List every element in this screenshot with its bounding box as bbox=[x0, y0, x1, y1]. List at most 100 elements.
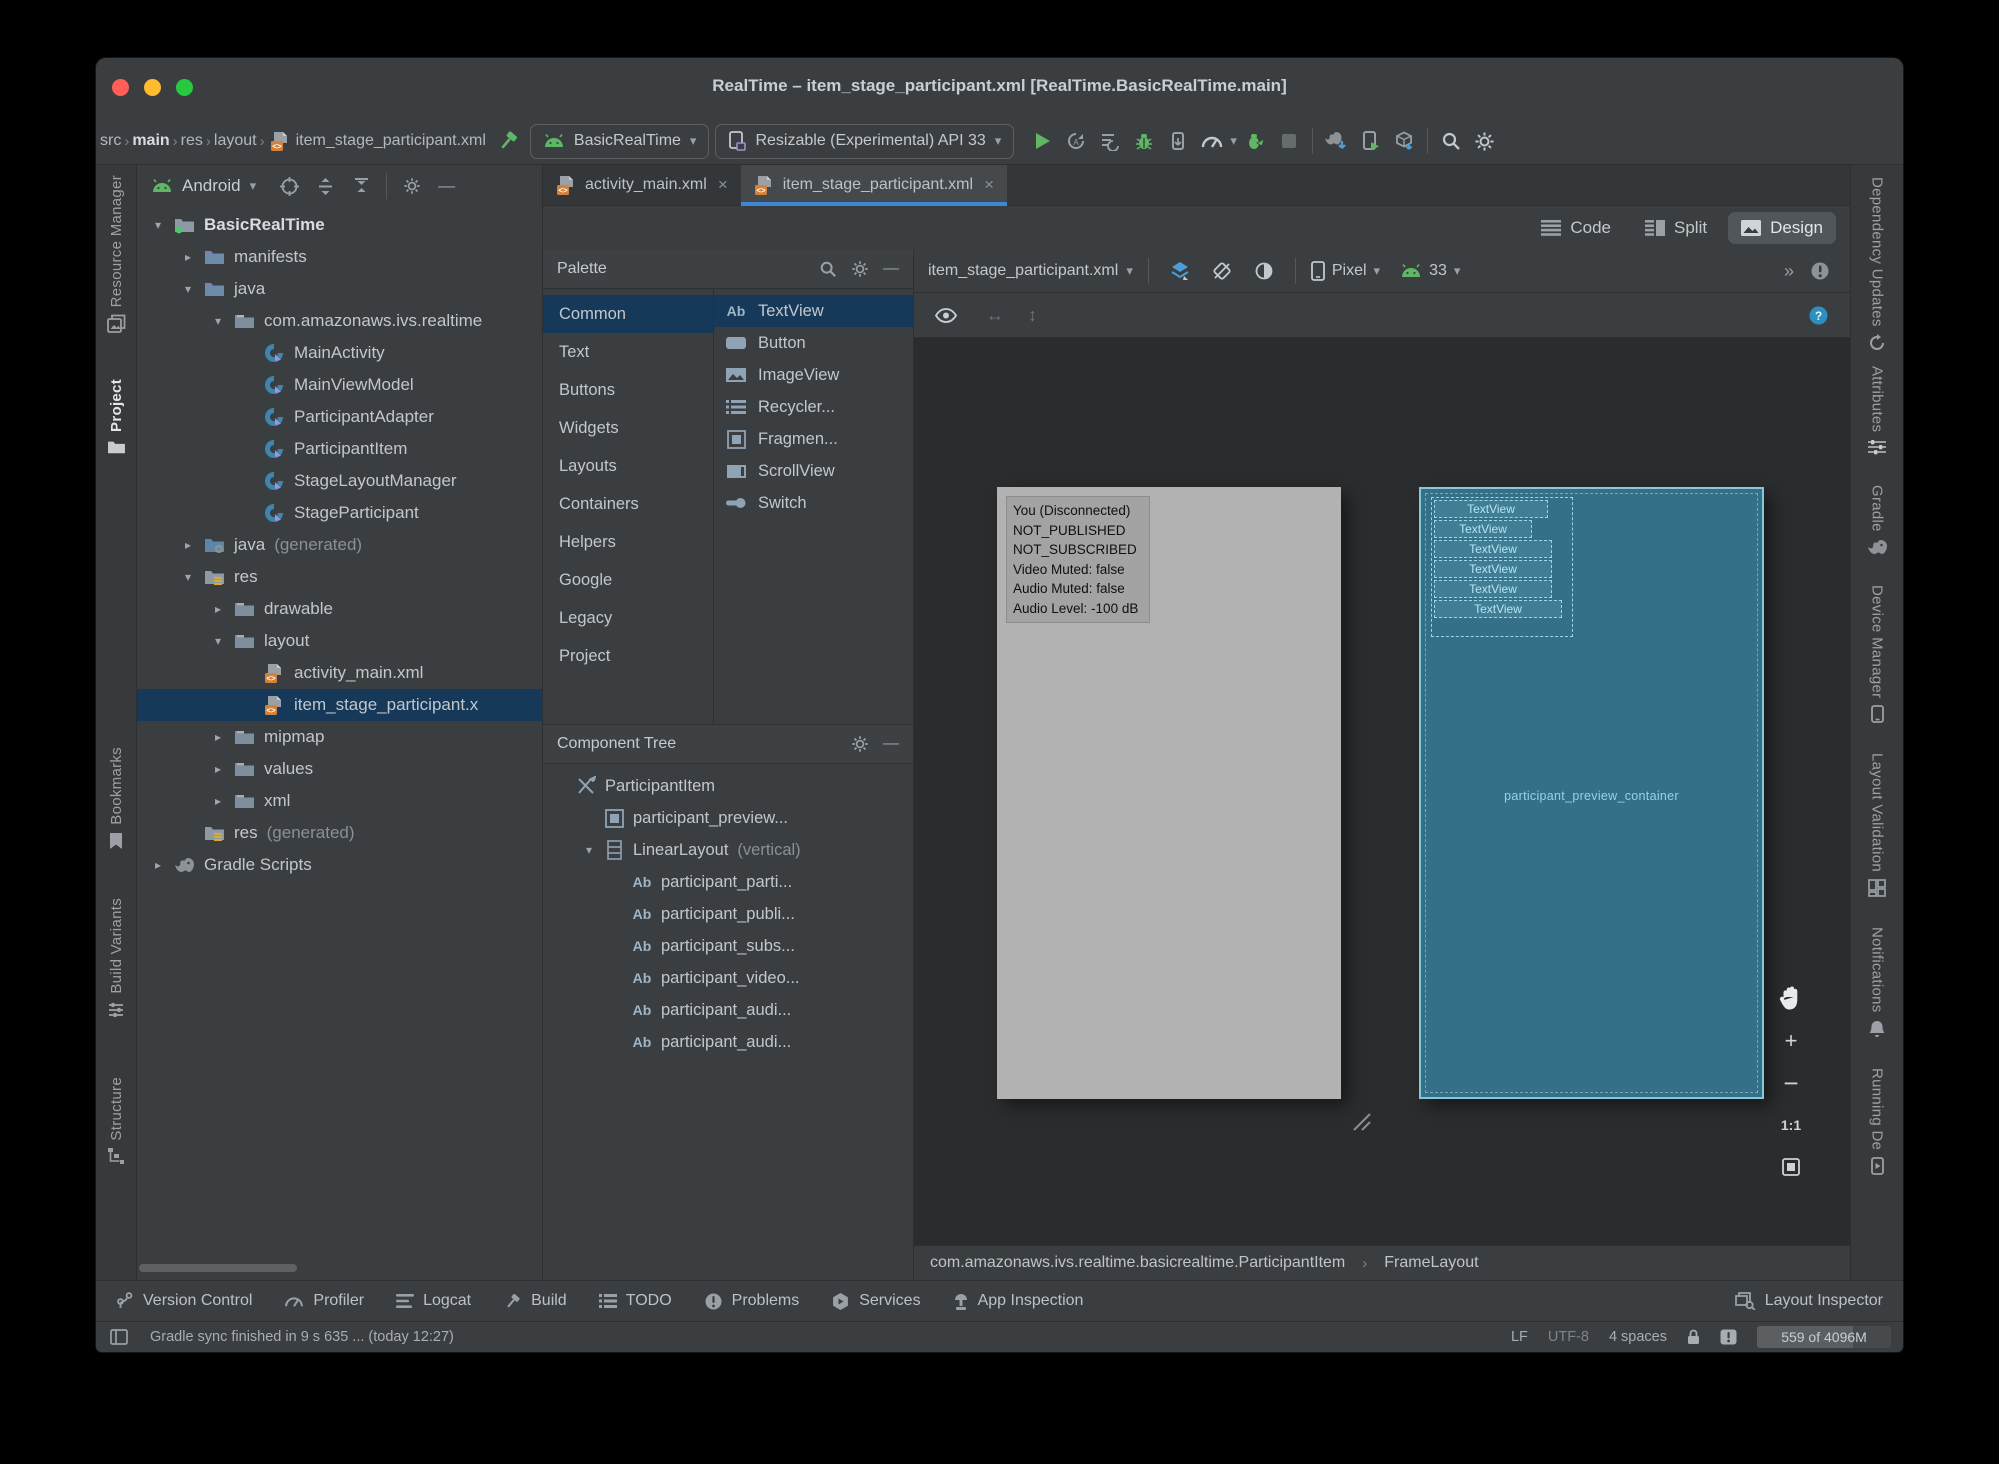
resize-handle[interactable] bbox=[1346, 1106, 1372, 1132]
lock-icon[interactable] bbox=[1687, 1329, 1700, 1345]
tool-window-button-build[interactable]: Build bbox=[503, 1292, 567, 1311]
sdk-manager-button[interactable] bbox=[1388, 125, 1420, 157]
run-configuration-select[interactable]: BasicRealTime ▾ bbox=[529, 123, 710, 159]
tree-chevron-icon[interactable]: ▸ bbox=[175, 538, 201, 552]
zoom-out-button[interactable]: − bbox=[1776, 1068, 1806, 1098]
hide-icon[interactable]: — bbox=[883, 260, 899, 278]
mode-split-button[interactable]: Split bbox=[1632, 212, 1720, 244]
component-tree-row[interactable]: ▾ LinearLayout (vertical) bbox=[543, 834, 913, 866]
tree-chevron-icon[interactable]: ▸ bbox=[175, 250, 201, 264]
component-tree-row[interactable]: Ab participant_video... bbox=[543, 962, 913, 994]
tree-chevron-icon[interactable]: ▾ bbox=[145, 218, 171, 232]
build-hammer-icon[interactable] bbox=[492, 125, 524, 157]
indent-indicator[interactable]: 4 spaces bbox=[1609, 1329, 1667, 1345]
project-tree-row[interactable]: ▸ xml bbox=[137, 785, 542, 817]
overflow-icon[interactable]: » bbox=[1784, 261, 1794, 282]
mode-design-button[interactable]: Design bbox=[1728, 212, 1836, 244]
device-preview[interactable]: You (Disconnected) NOT_PUBLISHED NOT_SUBSC… bbox=[997, 487, 1341, 1099]
tool-window-button-profiler[interactable]: Profiler bbox=[284, 1292, 364, 1310]
tool-stripe-device-manager[interactable]: Device Manager bbox=[1869, 585, 1886, 724]
project-tree-row[interactable]: ▸ drawable bbox=[137, 593, 542, 625]
tool-stripe-gradle[interactable]: Gradle bbox=[1867, 485, 1888, 555]
blueprint-textview[interactable]: TextView bbox=[1434, 500, 1548, 518]
breadcrumb-item[interactable]: layout bbox=[214, 132, 257, 150]
horizontal-constraint-icon[interactable]: ↔ bbox=[986, 305, 1004, 326]
tool-window-button-services[interactable]: Services bbox=[831, 1292, 921, 1311]
component-tree-row[interactable]: Ab participant_subs... bbox=[543, 930, 913, 962]
project-tree-row[interactable]: ParticipantAdapter bbox=[137, 401, 542, 433]
blueprint-textview[interactable]: TextView bbox=[1434, 520, 1532, 538]
palette-category-buttons[interactable]: Buttons bbox=[543, 371, 713, 409]
palette-category-text[interactable]: Text bbox=[543, 333, 713, 371]
close-tab-icon[interactable]: × bbox=[718, 175, 728, 195]
pan-hand-icon[interactable] bbox=[1776, 986, 1806, 1012]
design-file-select[interactable]: item_stage_participant.xml ▾ bbox=[928, 262, 1133, 280]
project-tree-row[interactable]: MainActivity bbox=[137, 337, 542, 369]
sync-gradle-button[interactable] bbox=[1320, 125, 1352, 157]
tool-window-button-app-inspection[interactable]: App Inspection bbox=[953, 1292, 1083, 1311]
issue-badge-icon[interactable] bbox=[1804, 255, 1836, 287]
blueprint-textview[interactable]: TextView bbox=[1434, 540, 1552, 558]
tool-stripe-running-de[interactable]: Running De bbox=[1869, 1068, 1886, 1176]
collapse-all-icon[interactable] bbox=[345, 170, 377, 202]
tool-stripe-resource-manager[interactable]: Resource Manager bbox=[106, 175, 126, 334]
tree-chevron-icon[interactable]: ▸ bbox=[205, 794, 231, 808]
project-tree-row[interactable]: StageParticipant bbox=[137, 497, 542, 529]
tree-chevron-icon[interactable]: ▸ bbox=[205, 730, 231, 744]
tree-chevron-icon[interactable]: ▾ bbox=[205, 314, 231, 328]
tree-chevron-icon[interactable]: ▾ bbox=[175, 570, 201, 584]
tool-stripe-attributes[interactable]: Attributes bbox=[1868, 366, 1886, 455]
hide-icon[interactable]: — bbox=[883, 735, 899, 753]
palette-category-common[interactable]: Common bbox=[543, 295, 713, 333]
project-tree-row[interactable]: ▸ manifests bbox=[137, 241, 542, 273]
vertical-constraint-icon[interactable]: ↕ bbox=[1028, 305, 1037, 326]
project-tree-row[interactable]: ▾ layout bbox=[137, 625, 542, 657]
tool-window-button-layout-inspector[interactable]: Layout Inspector bbox=[1734, 1292, 1883, 1310]
status-message[interactable]: Gradle sync finished in 9 s 635 ... (tod… bbox=[150, 1329, 454, 1345]
breadcrumb-item[interactable]: main bbox=[132, 132, 169, 150]
profiler-button[interactable] bbox=[1196, 125, 1228, 157]
project-tree-row[interactable]: ▾ res bbox=[137, 561, 542, 593]
tool-stripe-layout-validation[interactable]: Layout Validation bbox=[1868, 753, 1886, 898]
tool-stripe-project[interactable]: Project bbox=[107, 379, 126, 455]
gear-icon[interactable] bbox=[396, 170, 428, 202]
tool-stripe-bookmarks[interactable]: Bookmarks bbox=[108, 747, 125, 850]
tool-stripe-structure[interactable]: Structure bbox=[107, 1077, 125, 1166]
blueprint-preview[interactable]: TextView TextView TextView TextView TextView… bbox=[1419, 487, 1764, 1099]
profile-app-button[interactable] bbox=[1239, 125, 1271, 157]
palette-item-recycler[interactable]: Recycler... bbox=[714, 391, 913, 423]
project-tree-row[interactable]: ▸ Gradle Scripts bbox=[137, 849, 542, 881]
layers-icon[interactable] bbox=[1164, 255, 1196, 287]
stop-button[interactable] bbox=[1273, 125, 1305, 157]
tree-chevron-icon[interactable]: ▾ bbox=[175, 282, 201, 296]
gear-icon[interactable] bbox=[851, 260, 869, 278]
run-button[interactable] bbox=[1026, 125, 1058, 157]
project-tree-row[interactable]: ▸ java (generated) bbox=[137, 529, 542, 561]
tree-chevron-icon[interactable]: ▾ bbox=[205, 634, 231, 648]
project-tree-row[interactable]: StageLayoutManager bbox=[137, 465, 542, 497]
palette-category-containers[interactable]: Containers bbox=[543, 485, 713, 523]
tool-window-button-problems[interactable]: Problems bbox=[704, 1292, 799, 1311]
editor-tab-item_stage_participant-xml[interactable]: <> item_stage_participant.xml × bbox=[740, 165, 1008, 206]
palette-item-scrollview[interactable]: ScrollView bbox=[714, 455, 913, 487]
project-tree-row[interactable]: MainViewModel bbox=[137, 369, 542, 401]
palette-category-google[interactable]: Google bbox=[543, 561, 713, 599]
project-tree-row[interactable]: ParticipantItem bbox=[137, 433, 542, 465]
project-tree-row[interactable]: ▸ values bbox=[137, 753, 542, 785]
blueprint-textview[interactable]: TextView bbox=[1434, 600, 1562, 618]
tree-chevron-icon[interactable]: ▾ bbox=[577, 843, 601, 857]
zoom-fit-button[interactable] bbox=[1776, 1154, 1806, 1180]
palette-category-helpers[interactable]: Helpers bbox=[543, 523, 713, 561]
editor-tab-activity_main-xml[interactable]: <> activity_main.xml × bbox=[543, 165, 741, 205]
apply-changes-button[interactable]: A bbox=[1060, 125, 1092, 157]
line-ending-indicator[interactable]: LF bbox=[1511, 1329, 1528, 1345]
palette-category-widgets[interactable]: Widgets bbox=[543, 409, 713, 447]
help-icon[interactable]: ? bbox=[1802, 299, 1834, 331]
palette-item-imageview[interactable]: ImageView bbox=[714, 359, 913, 391]
component-tree-row[interactable]: Ab participant_audi... bbox=[543, 1026, 913, 1058]
search-everywhere-button[interactable] bbox=[1435, 125, 1467, 157]
design-canvas[interactable]: You (Disconnected) NOT_PUBLISHED NOT_SUBSC… bbox=[914, 338, 1850, 1245]
project-tree-row[interactable]: ▾ com.amazonaws.ivs.realtime bbox=[137, 305, 542, 337]
project-view-mode[interactable]: Android bbox=[182, 176, 241, 196]
tool-window-button-logcat[interactable]: Logcat bbox=[396, 1292, 471, 1310]
